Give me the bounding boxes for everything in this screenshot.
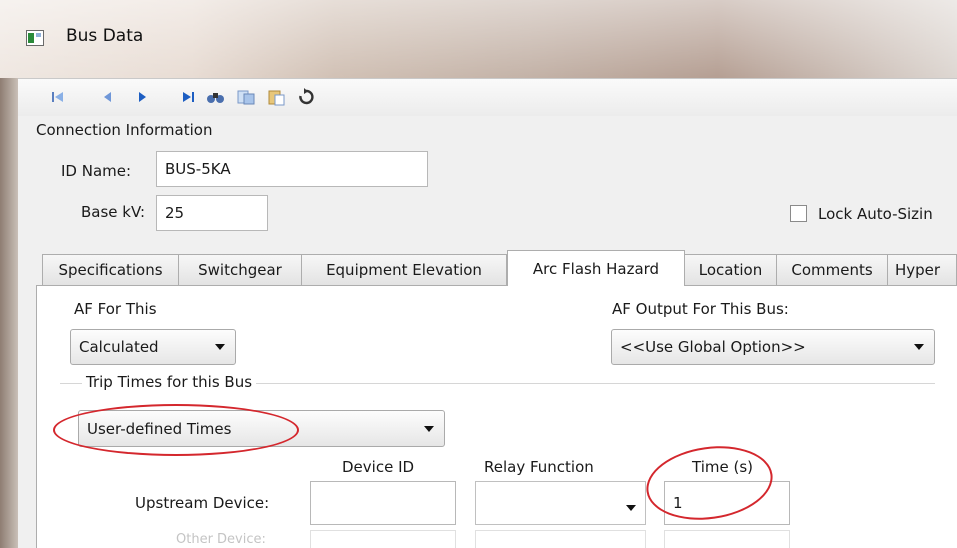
af-for-this-label: AF For This [74, 300, 157, 318]
base-kv-label: Base kV: [81, 203, 146, 221]
chevron-down-icon [626, 505, 636, 511]
connection-info-label: Connection Information [36, 121, 213, 139]
tab-comments[interactable]: Comments [776, 254, 888, 285]
other-relay-function-dropdown[interactable] [475, 530, 646, 548]
navigation-toolbar [18, 78, 957, 117]
tab-location[interactable]: Location [684, 254, 777, 285]
af-calculation-dropdown[interactable]: Calculated [70, 329, 236, 365]
other-time-field[interactable] [664, 530, 790, 548]
app-icon [26, 30, 44, 46]
chevron-down-icon [215, 344, 225, 350]
window-title: Bus Data [66, 26, 144, 46]
upstream-relay-function-dropdown[interactable] [475, 481, 646, 525]
tab-equipment-elevation[interactable]: Equipment Elevation [301, 254, 507, 285]
other-device-id-field[interactable] [310, 530, 456, 548]
chevron-down-icon [914, 344, 924, 350]
first-record-icon[interactable] [46, 85, 70, 109]
chevron-down-icon [424, 425, 434, 432]
upstream-device-id-field[interactable] [310, 481, 456, 525]
bus-data-window: Bus Data Connection Information ID Name:… [0, 0, 957, 548]
next-record-icon[interactable] [130, 85, 154, 109]
lock-autosizing-checkbox[interactable] [790, 205, 807, 222]
af-output-value: <<Use Global Option>> [620, 338, 806, 356]
trip-times-group-label: Trip Times for this Bus [82, 373, 257, 391]
relay-function-column-header: Relay Function [484, 458, 594, 476]
af-calculation-value: Calculated [79, 338, 159, 356]
device-id-column-header: Device ID [342, 458, 415, 476]
copy-icon[interactable] [234, 85, 258, 109]
af-output-label: AF Output For This Bus: [612, 300, 789, 318]
highlight-ellipse-trip-times [53, 404, 299, 456]
tab-hyperlinks[interactable]: Hyper [887, 254, 957, 285]
undo-icon[interactable] [294, 85, 318, 109]
upstream-device-label: Upstream Device: [135, 494, 270, 512]
lock-autosizing-label: Lock Auto-Sizin [818, 205, 933, 223]
window-edge-shadow [0, 78, 18, 548]
last-record-icon[interactable] [176, 85, 200, 109]
af-output-dropdown[interactable]: <<Use Global Option>> [611, 329, 935, 365]
title-bar [0, 0, 957, 78]
previous-record-icon[interactable] [96, 85, 120, 109]
base-kv-field[interactable]: 25 [156, 195, 268, 231]
find-icon[interactable] [204, 85, 228, 109]
paste-icon[interactable] [264, 85, 288, 109]
tab-specifications[interactable]: Specifications [42, 254, 179, 285]
other-device-label: Other Device: [176, 532, 266, 547]
tab-arc-flash-hazard[interactable]: Arc Flash Hazard [507, 250, 685, 286]
id-name-label: ID Name: [61, 162, 132, 180]
id-name-field[interactable]: BUS-5KA [156, 151, 428, 187]
tab-switchgear[interactable]: Switchgear [178, 254, 302, 285]
